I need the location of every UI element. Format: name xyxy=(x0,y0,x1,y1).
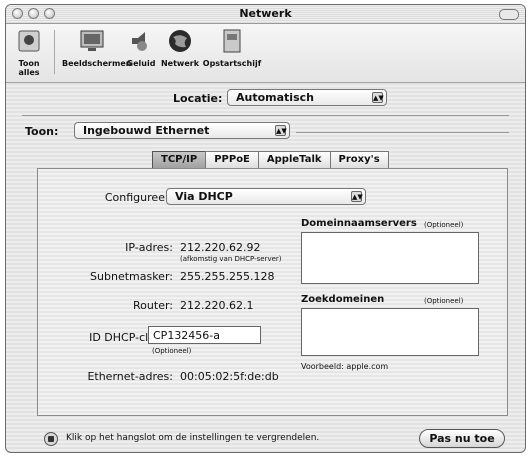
title-bar[interactable]: Netwerk xyxy=(6,5,525,24)
chevron-updown-icon: ▲▼ xyxy=(275,125,287,136)
dhcp-client-field[interactable]: CP132456-a xyxy=(148,326,261,344)
disk-icon xyxy=(223,29,241,53)
chevron-updown-icon: ▲▼ xyxy=(372,92,384,103)
dns-optional: (Optioneel) xyxy=(424,221,464,229)
toolbar-divider xyxy=(54,30,55,74)
configure-label: Configureer: xyxy=(104,191,173,204)
show-value: Ingebouwd Ethernet xyxy=(83,124,210,137)
configure-popup[interactable]: Via DHCP ▲▼ xyxy=(166,188,366,205)
ip-label: IP-adres: xyxy=(125,241,173,254)
router-value: 212.220.62.1 xyxy=(180,299,254,312)
search-domains-example: Voorbeeld: apple.com xyxy=(301,362,389,371)
location-value: Automatisch xyxy=(236,91,314,104)
divider xyxy=(296,132,509,133)
toolbar-item-label: Beeldschermen xyxy=(62,59,132,68)
toolbar-item-sound[interactable]: Geluid xyxy=(124,28,158,68)
toolbar-item-label: Netwerk xyxy=(160,59,200,68)
toolbar-item-label: Geluid xyxy=(126,59,156,68)
search-domains-field[interactable] xyxy=(301,308,479,356)
dns-label: Domeinnaamservers xyxy=(301,218,417,229)
location-popup[interactable]: Automatisch ▲▼ xyxy=(227,89,387,106)
network-window: Netwerk Toon alles Beeldschermen Geluid … xyxy=(5,4,526,453)
dhcp-client-note: (Optioneel) xyxy=(152,347,192,355)
globe-icon xyxy=(169,30,191,52)
location-label: Locatie: xyxy=(173,92,223,105)
lock-icon[interactable] xyxy=(44,432,58,446)
ethernet-label: Ethernet-adres: xyxy=(87,370,173,383)
subnet-label: Subnetmasker: xyxy=(90,270,173,283)
toolbar-item-startup-disk[interactable]: Opstartschijf xyxy=(202,28,262,68)
ip-note: (afkomstig van DHCP-server) xyxy=(180,255,282,263)
subnet-value: 255.255.255.128 xyxy=(180,270,275,283)
show-label: Toon: xyxy=(25,125,59,138)
lock-text: Klik op het hangslot om de instellingen … xyxy=(66,433,320,443)
toolbar-toggle-button[interactable] xyxy=(499,9,519,20)
divider xyxy=(22,115,509,116)
apply-now-button[interactable]: Pas nu toe xyxy=(419,429,505,448)
router-label: Router: xyxy=(133,299,173,312)
tcpip-panel: Configureer: Via DHCP ▲▼ IP-adres: 212.2… xyxy=(37,168,508,416)
configure-value: Via DHCP xyxy=(175,190,233,203)
chevron-updown-icon: ▲▼ xyxy=(351,191,363,202)
toolbar-item-displays[interactable]: Beeldschermen xyxy=(62,28,132,68)
toolbar: Toon alles Beeldschermen Geluid Netwerk xyxy=(6,24,525,83)
lock-glyph xyxy=(48,436,54,442)
ethernet-value: 00:05:02:5f:de:db xyxy=(180,370,279,383)
show-all-label: Toon alles xyxy=(18,59,40,77)
speaker-icon xyxy=(132,32,147,51)
toolbar-item-label: Opstartschijf xyxy=(202,59,262,68)
show-popup[interactable]: Ingebouwd Ethernet ▲▼ xyxy=(74,122,290,139)
dns-servers-field[interactable] xyxy=(301,232,479,284)
search-domains-optional: (Optioneel) xyxy=(424,297,464,305)
window-title: Netwerk xyxy=(239,7,292,20)
show-all-button[interactable]: Toon alles xyxy=(12,28,46,77)
ip-value: 212.220.62.92 xyxy=(180,241,261,254)
search-domains-label: Zoekdomeinen xyxy=(301,294,385,305)
show-all-icon xyxy=(18,30,40,52)
display-icon xyxy=(80,30,104,51)
toolbar-item-network[interactable]: Netwerk xyxy=(160,28,200,68)
